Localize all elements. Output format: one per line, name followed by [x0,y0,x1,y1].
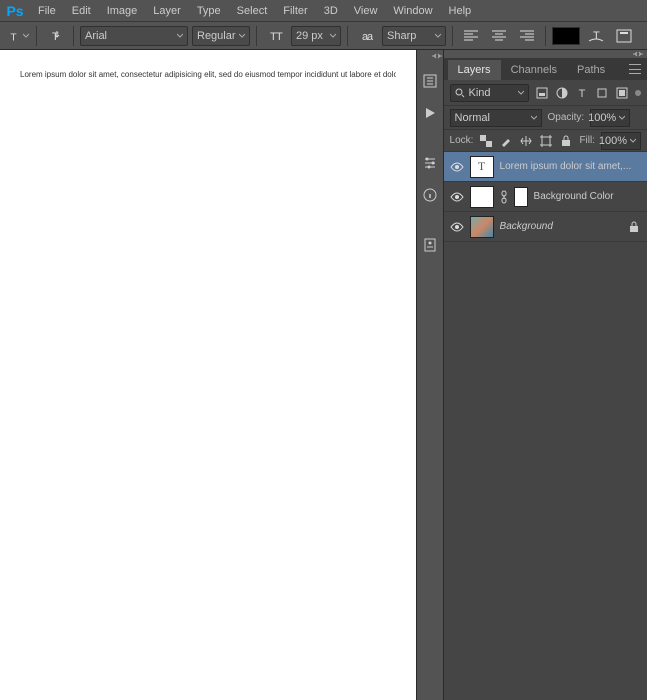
blend-mode-value: Normal [455,112,490,124]
lock-all-icon[interactable] [559,134,573,148]
lock-transparency-icon[interactable] [479,134,493,148]
adjustments-panel-icon[interactable] [419,152,441,174]
warp-text-icon[interactable]: T [584,24,608,48]
document-canvas[interactable]: Lorem ipsum dolor sit amet, consectetur … [0,50,416,700]
font-size-icon: TT [263,24,287,48]
menu-file[interactable]: File [30,0,64,22]
canvas-text-layer[interactable]: Lorem ipsum dolor sit amet, consectetur … [20,70,396,79]
layers-list: T Lorem ipsum dolor sit amet,... Backgro… [444,152,647,700]
collapse-panels-icon[interactable] [444,50,647,58]
tab-paths[interactable]: Paths [567,60,615,80]
menu-type[interactable]: Type [189,0,229,22]
filter-adjust-icon[interactable] [555,86,569,100]
svg-text:T: T [276,31,283,43]
svg-text:T: T [579,88,586,99]
expand-panels-icon[interactable] [418,52,442,60]
layer-name[interactable]: Lorem ipsum dolor sit amet,... [500,161,641,172]
lock-icon [629,221,641,233]
filter-shape-icon[interactable] [595,86,609,100]
antialias-value: Sharp [387,30,416,42]
filter-toggle[interactable] [635,90,641,96]
font-size-value: 29 px [296,30,323,42]
antialias-icon: aa [354,24,378,48]
svg-text:a: a [367,31,373,43]
visibility-icon[interactable] [450,160,464,174]
filter-type-icon[interactable]: T [575,86,589,100]
opacity-label: Opacity: [548,112,585,123]
svg-text:T: T [52,31,59,43]
menu-layer[interactable]: Layer [145,0,189,22]
workspace: Lorem ipsum dolor sit amet, consectetur … [0,50,647,700]
filter-pixel-icon[interactable] [535,86,549,100]
menu-select[interactable]: Select [229,0,276,22]
opacity-input[interactable]: 100% [590,109,630,127]
layer-name[interactable]: Background Color [534,191,641,202]
filter-kind-dropdown[interactable]: Kind [450,84,529,102]
filter-smart-icon[interactable] [615,86,629,100]
opacity-value: 100% [588,112,616,124]
layer-thumbnail: T [470,156,494,178]
panels-column: Layers Channels Paths Kind T Normal Opac… [443,50,647,700]
filter-kind-label: Kind [469,87,491,99]
tab-channels[interactable]: Channels [501,60,567,80]
search-icon [455,88,465,98]
fill-input[interactable]: 100% [601,132,641,150]
menu-3d[interactable]: 3D [316,0,346,22]
panel-menu-icon[interactable] [629,64,641,74]
layer-row[interactable]: Background Color [444,182,647,212]
fill-label: Fill: [579,135,595,146]
lock-position-icon[interactable] [519,134,533,148]
layer-thumbnail [470,216,494,238]
blend-mode-dropdown[interactable]: Normal [450,109,542,127]
layer-filter-row: Kind T [444,80,647,106]
align-center-icon[interactable] [487,24,511,48]
font-weight-value: Regular [197,30,236,42]
info-panel-icon[interactable] [419,184,441,206]
history-panel-icon[interactable] [419,70,441,92]
font-family-dropdown[interactable]: Arial [80,26,188,46]
fill-value: 100% [599,135,627,147]
text-orientation-icon[interactable]: T [43,24,67,48]
play-panel-icon[interactable] [419,102,441,124]
menu-filter[interactable]: Filter [275,0,315,22]
layer-row[interactable]: T Lorem ipsum dolor sit amet,... [444,152,647,182]
tab-layers[interactable]: Layers [448,60,501,80]
antialias-dropdown[interactable]: Sharp [382,26,446,46]
lock-pixels-icon[interactable] [499,134,513,148]
text-color-swatch[interactable] [552,27,580,45]
collapsed-panel-strip [416,50,443,700]
visibility-icon[interactable] [450,220,464,234]
layer-thumbnail [470,186,494,208]
blend-row: Normal Opacity: 100% [444,106,647,130]
menu-help[interactable]: Help [441,0,480,22]
layer-name[interactable]: Background [500,221,623,232]
font-size-dropdown[interactable]: 29 px [291,26,341,46]
font-family-value: Arial [85,30,107,42]
menu-view[interactable]: View [346,0,386,22]
app-logo: Ps [4,0,26,22]
character-panel-icon[interactable] [612,24,636,48]
lock-artboard-icon[interactable] [539,134,553,148]
svg-text:T: T [10,32,16,42]
svg-text:T: T [593,30,600,42]
link-icon [500,190,508,204]
visibility-icon[interactable] [450,190,464,204]
panel-tabs: Layers Channels Paths [444,58,647,80]
type-tool-icon[interactable]: T [6,24,30,48]
lock-label: Lock: [450,135,474,146]
menu-edit[interactable]: Edit [64,0,99,22]
menu-window[interactable]: Window [385,0,440,22]
lock-row: Lock: Fill: 100% [444,130,647,152]
menu-bar: Ps File Edit Image Layer Type Select Fil… [0,0,647,22]
options-bar: T T Arial Regular TT 29 px aa Sharp T [0,22,647,50]
menu-image[interactable]: Image [99,0,146,22]
properties-panel-icon[interactable] [419,234,441,256]
align-right-icon[interactable] [515,24,539,48]
align-left-icon[interactable] [459,24,483,48]
layer-mask-thumbnail [514,187,528,207]
font-weight-dropdown[interactable]: Regular [192,26,250,46]
layer-row[interactable]: Background [444,212,647,242]
